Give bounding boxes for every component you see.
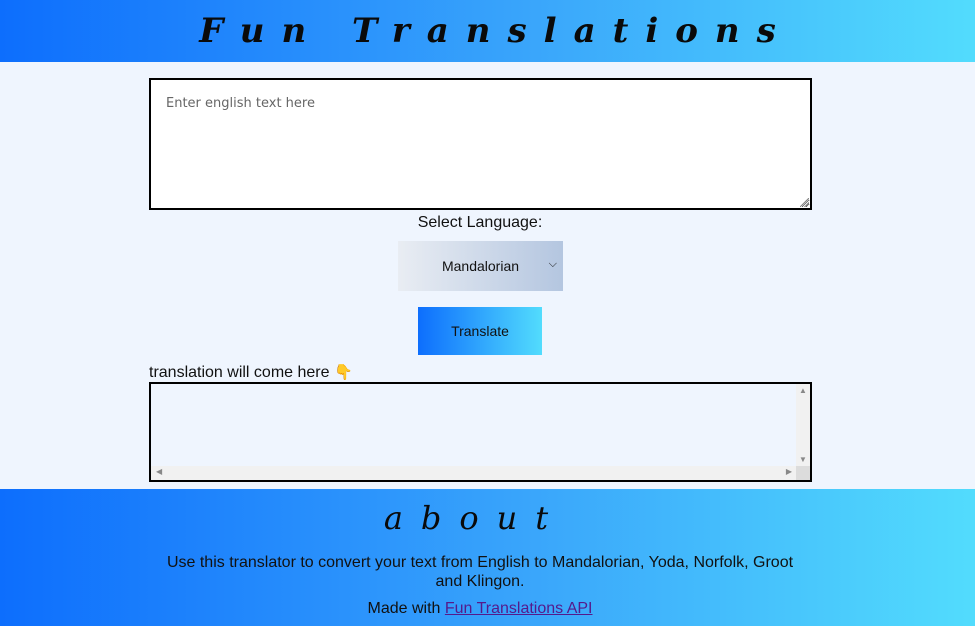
made-with-line: Made with Fun Translations API bbox=[0, 600, 960, 618]
output-label: translation will come here 👇 bbox=[149, 363, 353, 382]
translate-button-label: Translate bbox=[451, 323, 509, 339]
made-with-prefix: Made with bbox=[367, 600, 441, 617]
chevron-down-icon: ⌵ bbox=[548, 258, 557, 270]
select-language-label: Select Language: bbox=[417, 214, 543, 231]
pointing-down-icon: 👇 bbox=[333, 364, 353, 381]
footer-about: about Use this translator to convert you… bbox=[0, 489, 975, 626]
translate-button[interactable]: Translate bbox=[418, 307, 542, 355]
input-textarea-wrapper[interactable] bbox=[149, 78, 812, 210]
about-description: Use this translator to convert your text… bbox=[166, 554, 794, 590]
vertical-scrollbar[interactable]: ▲ ▼ bbox=[796, 384, 810, 466]
api-link[interactable]: Fun Translations API bbox=[445, 600, 593, 617]
horizontal-scrollbar[interactable]: ◀ ▶ bbox=[151, 466, 796, 480]
about-heading: about bbox=[383, 499, 567, 537]
language-select[interactable]: Mandalorian ⌵ bbox=[398, 241, 563, 291]
scrollbar-corner bbox=[796, 466, 810, 480]
output-label-text: translation will come here bbox=[149, 364, 330, 381]
scroll-right-icon[interactable]: ▶ bbox=[786, 467, 792, 476]
scroll-down-icon[interactable]: ▼ bbox=[799, 455, 807, 464]
scroll-up-icon[interactable]: ▲ bbox=[799, 386, 807, 395]
scroll-left-icon[interactable]: ◀ bbox=[156, 467, 162, 476]
resize-grip-icon[interactable] bbox=[800, 198, 809, 207]
app-title: Fun Translations bbox=[199, 11, 793, 51]
translation-output: ▲ ▼ ◀ ▶ bbox=[149, 382, 812, 482]
header-banner: Fun Translations bbox=[0, 0, 975, 62]
english-text-input[interactable] bbox=[151, 80, 810, 208]
language-selected-value: Mandalorian bbox=[441, 258, 520, 274]
